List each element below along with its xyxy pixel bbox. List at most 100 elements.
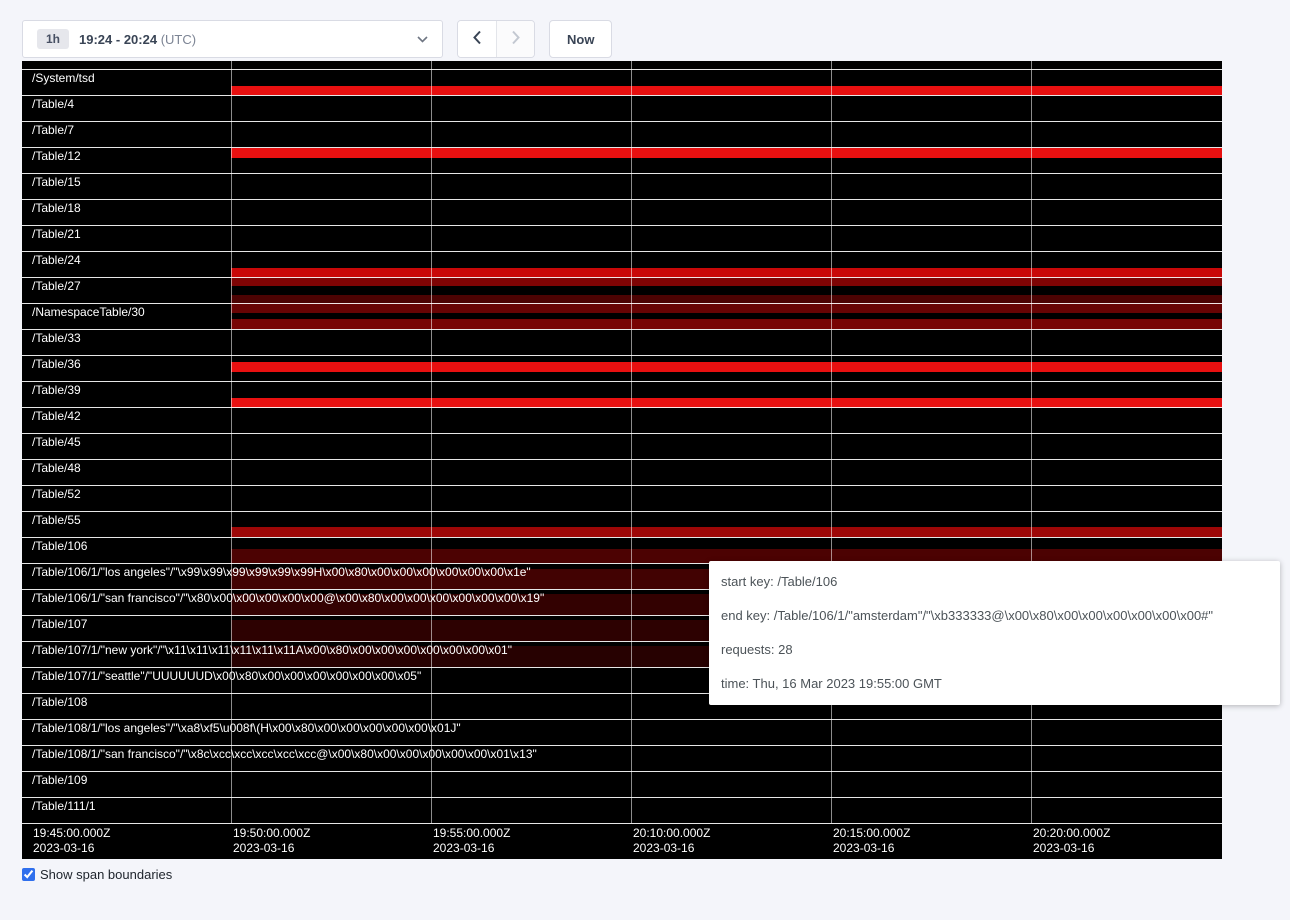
span-boundary-line bbox=[22, 225, 1222, 226]
heat-band[interactable] bbox=[231, 86, 1222, 95]
span-key-label: /Table/27 bbox=[32, 280, 81, 293]
span-key-label: /Table/106 bbox=[32, 540, 87, 553]
span-boundary-line bbox=[22, 95, 1222, 96]
key-visualizer-page: { "toolbar": { "range_badge": "1h", "ran… bbox=[0, 20, 1290, 920]
span-boundary-line bbox=[22, 303, 1222, 304]
span-boundary-line bbox=[22, 459, 1222, 460]
time-axis-tick: 19:50:00.000Z2023-03-16 bbox=[233, 826, 310, 856]
heat-band[interactable] bbox=[231, 527, 1222, 537]
span-key-label: /Table/108 bbox=[32, 696, 87, 709]
heat-band[interactable] bbox=[231, 277, 1222, 286]
span-boundary-line bbox=[22, 823, 1222, 824]
time-axis-date: 2023-03-16 bbox=[1033, 841, 1110, 856]
time-gridline bbox=[831, 61, 832, 823]
span-key-label: /Table/15 bbox=[32, 176, 81, 189]
time-axis-tick: 20:20:00.000Z2023-03-16 bbox=[1033, 826, 1110, 856]
chevron-down-icon bbox=[417, 36, 428, 43]
span-boundary-line bbox=[22, 251, 1222, 252]
span-boundary-line bbox=[22, 381, 1222, 382]
time-axis-date: 2023-03-16 bbox=[433, 841, 510, 856]
heat-band[interactable] bbox=[231, 362, 1222, 372]
span-key-label: /Table/107/1/"seattle"/"UUUUUUD\x00\x80\… bbox=[32, 670, 421, 683]
key-visualizer-canvas[interactable]: /System/tsd/Table/4/Table/7/Table/12/Tab… bbox=[22, 61, 1222, 859]
show-span-boundaries[interactable]: Show span boundaries bbox=[22, 867, 1290, 882]
time-gridline bbox=[631, 61, 632, 823]
time-gridline bbox=[431, 61, 432, 823]
span-key-label: /Table/39 bbox=[32, 384, 81, 397]
show-span-boundaries-label: Show span boundaries bbox=[40, 867, 172, 882]
time-axis-time: 20:20:00.000Z bbox=[1033, 826, 1110, 841]
time-gridline bbox=[231, 61, 232, 823]
time-axis-date: 2023-03-16 bbox=[833, 841, 910, 856]
span-boundary-line bbox=[22, 433, 1222, 434]
span-boundary-line bbox=[22, 771, 1222, 772]
prev-range-button[interactable] bbox=[458, 21, 496, 57]
span-boundary-line bbox=[22, 173, 1222, 174]
span-boundary-line bbox=[22, 329, 1222, 330]
span-boundary-line bbox=[22, 121, 1222, 122]
span-key-label: /Table/106/1/"los angeles"/"\x99\x99\x99… bbox=[32, 566, 531, 579]
tooltip-line: requests: 28 bbox=[721, 642, 1268, 657]
time-axis-time: 20:15:00.000Z bbox=[833, 826, 910, 841]
span-boundary-line bbox=[22, 355, 1222, 356]
now-button[interactable]: Now bbox=[549, 20, 612, 58]
heat-band[interactable] bbox=[231, 148, 1222, 158]
span-key-label: /Table/109 bbox=[32, 774, 87, 787]
span-key-label: /Table/108/1/"san francisco"/"\x8c\xcc\x… bbox=[32, 748, 537, 761]
span-key-label: /Table/7 bbox=[32, 124, 74, 137]
span-boundary-line bbox=[22, 407, 1222, 408]
span-key-label: /Table/12 bbox=[32, 150, 81, 163]
span-boundary-line bbox=[22, 69, 1222, 70]
span-boundary-line bbox=[22, 511, 1222, 512]
time-axis-tick: 19:55:00.000Z2023-03-16 bbox=[433, 826, 510, 856]
time-axis-date: 2023-03-16 bbox=[233, 841, 310, 856]
heat-band[interactable] bbox=[231, 319, 1222, 329]
time-axis-time: 19:55:00.000Z bbox=[433, 826, 510, 841]
hover-tooltip: start key: /Table/106 end key: /Table/106… bbox=[709, 561, 1280, 705]
time-axis-time: 19:45:00.000Z bbox=[33, 826, 110, 841]
span-key-label: /Table/107/1/"new york"/"\x11\x11\x11\x1… bbox=[32, 644, 512, 657]
span-key-label: /Table/106/1/"san francisco"/"\x80\x00\x… bbox=[32, 592, 544, 605]
time-range-label: 19:24 - 20:24 (UTC) bbox=[79, 32, 196, 47]
time-window-badge: 1h bbox=[37, 29, 69, 49]
toolbar: 1h 19:24 - 20:24 (UTC) Now bbox=[22, 20, 1290, 58]
time-axis-date: 2023-03-16 bbox=[633, 841, 710, 856]
span-boundary-line bbox=[22, 199, 1222, 200]
heat-band[interactable] bbox=[231, 268, 1222, 277]
chevron-left-icon bbox=[473, 30, 482, 48]
span-boundary-line bbox=[22, 537, 1222, 538]
span-key-label: /Table/18 bbox=[32, 202, 81, 215]
time-axis-time: 20:10:00.000Z bbox=[633, 826, 710, 841]
time-axis-time: 19:50:00.000Z bbox=[233, 826, 310, 841]
time-range-dropdown[interactable]: 1h 19:24 - 20:24 (UTC) bbox=[22, 20, 443, 58]
next-range-button[interactable] bbox=[496, 21, 534, 57]
span-boundary-line bbox=[22, 277, 1222, 278]
tooltip-line: time: Thu, 16 Mar 2023 19:55:00 GMT bbox=[721, 676, 1268, 691]
time-nav-group bbox=[457, 20, 535, 58]
span-key-label: /Table/48 bbox=[32, 462, 81, 475]
time-axis-tick: 20:10:00.000Z2023-03-16 bbox=[633, 826, 710, 856]
span-key-label: /Table/21 bbox=[32, 228, 81, 241]
tooltip-line: start key: /Table/106 bbox=[721, 574, 1268, 589]
span-boundary-line bbox=[22, 147, 1222, 148]
span-key-label: /Table/42 bbox=[32, 410, 81, 423]
time-range-value: 19:24 - 20:24 bbox=[79, 32, 157, 47]
span-key-label: /Table/107 bbox=[32, 618, 87, 631]
time-axis-date: 2023-03-16 bbox=[33, 841, 110, 856]
show-span-boundaries-checkbox[interactable] bbox=[22, 868, 35, 881]
time-axis-tick: 20:15:00.000Z2023-03-16 bbox=[833, 826, 910, 856]
time-range-timezone: (UTC) bbox=[161, 32, 196, 47]
span-boundary-line bbox=[22, 745, 1222, 746]
span-key-label: /Table/33 bbox=[32, 332, 81, 345]
span-key-label: /Table/36 bbox=[32, 358, 81, 371]
tooltip-line: end key: /Table/106/1/"amsterdam"/"\xb33… bbox=[721, 608, 1268, 623]
time-axis-tick: 19:45:00.000Z2023-03-16 bbox=[33, 826, 110, 856]
span-key-label: /Table/24 bbox=[32, 254, 81, 267]
span-key-label: /System/tsd bbox=[32, 72, 95, 85]
span-boundary-line bbox=[22, 797, 1222, 798]
span-key-label: /NamespaceTable/30 bbox=[32, 306, 145, 319]
heat-band[interactable] bbox=[231, 295, 1222, 303]
heat-band[interactable] bbox=[231, 303, 1222, 313]
span-boundary-line bbox=[22, 485, 1222, 486]
span-key-label: /Table/55 bbox=[32, 514, 81, 527]
